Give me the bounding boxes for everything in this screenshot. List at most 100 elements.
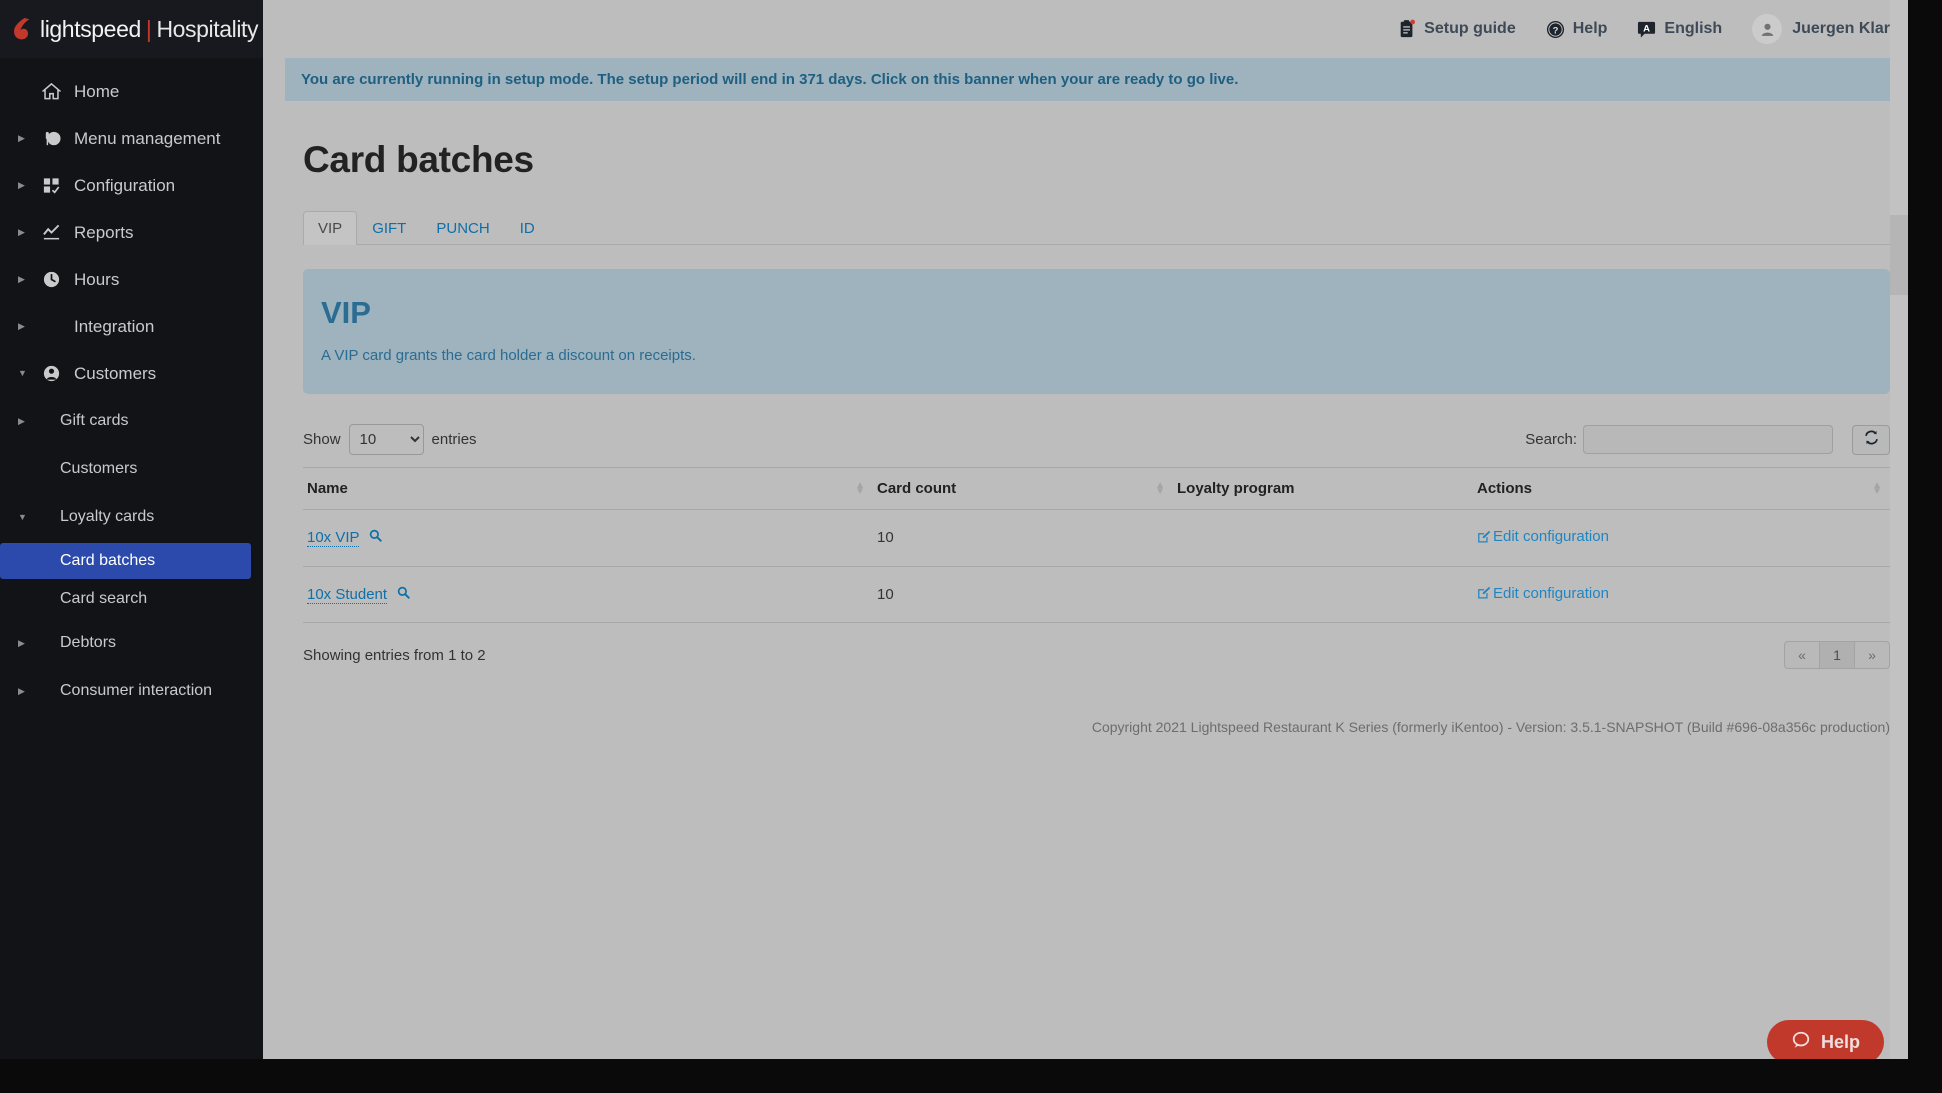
sidebar: lightspeed | Hospitality Home ▶ Menu man… bbox=[0, 0, 263, 1093]
table-header-row: Name ▲ ▼ Card count ▲ ▼ Loyalty program Ac… bbox=[303, 467, 1890, 510]
edit-pencil-icon bbox=[1478, 530, 1491, 543]
table-footer: Showing entries from 1 to 2 « 1 » bbox=[303, 641, 1890, 669]
reports-chart-icon bbox=[38, 223, 64, 242]
tab-id[interactable]: ID bbox=[505, 211, 550, 245]
cell-card-count: 10 bbox=[873, 566, 1173, 623]
info-panel-title: VIP bbox=[321, 295, 371, 330]
svg-text:?: ? bbox=[1552, 25, 1558, 36]
magnifier-icon[interactable] bbox=[397, 586, 410, 603]
window-frame-bottom bbox=[0, 1059, 1942, 1093]
batch-name-link[interactable]: 10x Student bbox=[307, 585, 388, 604]
refresh-button[interactable] bbox=[1852, 424, 1890, 455]
card-type-tabs: VIP GIFT PUNCH ID bbox=[303, 207, 1890, 245]
table-row: 10x Student 10 Edit configuration bbox=[303, 566, 1890, 623]
sidebar-item-label: Configuration bbox=[74, 175, 176, 195]
question-circle-icon: ? bbox=[1546, 20, 1565, 39]
chevron-down-icon: ▼ bbox=[18, 368, 27, 378]
brand-separator: | bbox=[145, 15, 152, 42]
translate-icon: A bbox=[1637, 20, 1656, 39]
pagination-prev[interactable]: « bbox=[1784, 641, 1820, 669]
topbar: Setup guide ? Help A English Juergen Kla… bbox=[263, 0, 1942, 58]
sidebar-item-label: Card batches bbox=[60, 552, 156, 569]
table-row: 10x VIP 10 Edit configuration bbox=[303, 509, 1890, 567]
sidebar-item-gift-cards[interactable]: ▶ Gift cards bbox=[0, 397, 263, 445]
chevron-right-icon: ▶ bbox=[18, 274, 25, 284]
batch-name-link[interactable]: 10x VIP bbox=[307, 529, 360, 548]
entries-label: entries bbox=[431, 431, 477, 448]
sidebar-item-card-batches[interactable]: Card batches bbox=[0, 543, 251, 579]
sidebar-item-label: Customers bbox=[60, 460, 138, 477]
help-widget-button[interactable]: Help bbox=[1766, 1020, 1884, 1064]
magnifier-icon[interactable] bbox=[369, 529, 383, 546]
vip-info-panel: VIP A VIP card grants the card holder a … bbox=[303, 269, 1890, 394]
table-body: 10x VIP 10 Edit configuration 10x Studen… bbox=[303, 509, 1890, 623]
card-batches-table: Name ▲ ▼ Card count ▲ ▼ Loyalty program Ac… bbox=[303, 467, 1890, 623]
sidebar-item-reports[interactable]: ▶ Reports bbox=[0, 209, 263, 256]
search-area: Search: bbox=[1525, 424, 1890, 455]
setup-mode-banner[interactable]: You are currently running in setup mode.… bbox=[285, 58, 1890, 101]
clock-icon bbox=[38, 270, 64, 289]
pagination-page-1[interactable]: 1 bbox=[1819, 641, 1855, 669]
refresh-icon bbox=[1863, 429, 1880, 451]
column-header-name[interactable]: Name ▲ ▼ bbox=[303, 467, 873, 510]
sidebar-item-menu-management[interactable]: ▶ Menu management bbox=[0, 115, 263, 162]
search-label: Search: bbox=[1525, 431, 1577, 448]
help-button[interactable]: ? Help bbox=[1546, 20, 1608, 39]
edit-configuration-link[interactable]: Edit configuration bbox=[1477, 585, 1609, 602]
sidebar-nav: Home ▶ Menu management ▶ Configuration ▶… bbox=[0, 58, 263, 715]
sidebar-item-loyalty-cards[interactable]: ▼ Loyalty cards bbox=[0, 493, 263, 541]
column-header-card-count[interactable]: Card count ▲ ▼ bbox=[873, 467, 1173, 510]
column-header-loyalty-program[interactable]: Loyalty program bbox=[1173, 467, 1473, 510]
table-head: Name ▲ ▼ Card count ▲ ▼ Loyalty program Ac… bbox=[303, 467, 1890, 510]
tab-vip[interactable]: VIP bbox=[303, 211, 358, 245]
info-panel-description: A VIP card grants the card holder a disc… bbox=[321, 347, 696, 364]
brand-name: lightspeed bbox=[40, 15, 141, 42]
sidebar-item-consumer-interaction[interactable]: ▶ Consumer interaction bbox=[0, 667, 263, 715]
page-size-select[interactable]: 10 25 50 100 bbox=[348, 424, 424, 455]
search-input[interactable] bbox=[1583, 425, 1833, 454]
main-area: Setup guide ? Help A English Juergen Kla… bbox=[263, 0, 1942, 1093]
user-circle-icon bbox=[38, 364, 64, 383]
pagination-next[interactable]: » bbox=[1854, 641, 1890, 669]
sidebar-item-hours[interactable]: ▶ Hours bbox=[0, 256, 263, 303]
sidebar-item-customers[interactable]: ▼ Customers bbox=[0, 350, 263, 397]
sidebar-item-customers-list[interactable]: Customers bbox=[0, 445, 263, 493]
tab-punch[interactable]: PUNCH bbox=[421, 211, 504, 245]
sidebar-item-label: Menu management bbox=[74, 128, 221, 148]
copyright-footer: Copyright 2021 Lightspeed Restaurant K S… bbox=[1091, 719, 1890, 735]
lightspeed-flame-icon bbox=[10, 16, 36, 42]
configuration-grid-icon bbox=[38, 176, 64, 195]
cell-actions: Edit configuration bbox=[1473, 566, 1890, 623]
sidebar-item-label: Integration bbox=[74, 316, 155, 336]
sidebar-item-debtors[interactable]: ▶ Debtors bbox=[0, 619, 263, 667]
language-label: English bbox=[1664, 20, 1723, 37]
setup-guide-button[interactable]: Setup guide bbox=[1398, 19, 1516, 39]
showing-entries-label: Showing entries from 1 to 2 bbox=[303, 646, 486, 664]
language-selector[interactable]: A English bbox=[1637, 20, 1722, 39]
brand-product: Hospitality bbox=[156, 15, 259, 42]
pagination: « 1 » bbox=[1784, 641, 1890, 669]
tab-gift[interactable]: GIFT bbox=[357, 211, 421, 245]
help-label: Help bbox=[1572, 20, 1608, 37]
sort-arrows-icon: ▲ ▼ bbox=[1155, 479, 1165, 497]
page-scrollbar-thumb[interactable] bbox=[1890, 215, 1908, 295]
edit-configuration-link[interactable]: Edit configuration bbox=[1477, 528, 1609, 545]
sidebar-item-home[interactable]: Home bbox=[0, 68, 263, 115]
cell-name: 10x VIP bbox=[303, 509, 873, 567]
sidebar-item-card-search[interactable]: Card search bbox=[0, 581, 251, 617]
brand-logo[interactable]: lightspeed | Hospitality bbox=[0, 0, 263, 58]
sidebar-item-integration[interactable]: ▶ Integration bbox=[0, 303, 263, 350]
cell-name: 10x Student bbox=[303, 566, 873, 623]
user-menu[interactable]: Juergen Klar bbox=[1752, 14, 1890, 44]
setup-guide-label: Setup guide bbox=[1424, 20, 1516, 37]
page-scrollbar-track[interactable] bbox=[1890, 0, 1908, 1093]
sidebar-item-label: Consumer interaction bbox=[60, 682, 213, 699]
sidebar-item-label: Card search bbox=[60, 590, 148, 607]
sidebar-item-configuration[interactable]: ▶ Configuration bbox=[0, 162, 263, 209]
sidebar-item-label: Hours bbox=[74, 269, 120, 289]
table-controls: Show 10 25 50 100 entries Search: bbox=[303, 424, 1890, 455]
cell-card-count: 10 bbox=[873, 509, 1173, 567]
tabs-wrapper: VIP GIFT PUNCH ID bbox=[285, 207, 1890, 245]
chevron-right-icon: ▶ bbox=[18, 637, 25, 648]
column-header-actions[interactable]: Actions ▲ ▼ bbox=[1473, 467, 1890, 510]
